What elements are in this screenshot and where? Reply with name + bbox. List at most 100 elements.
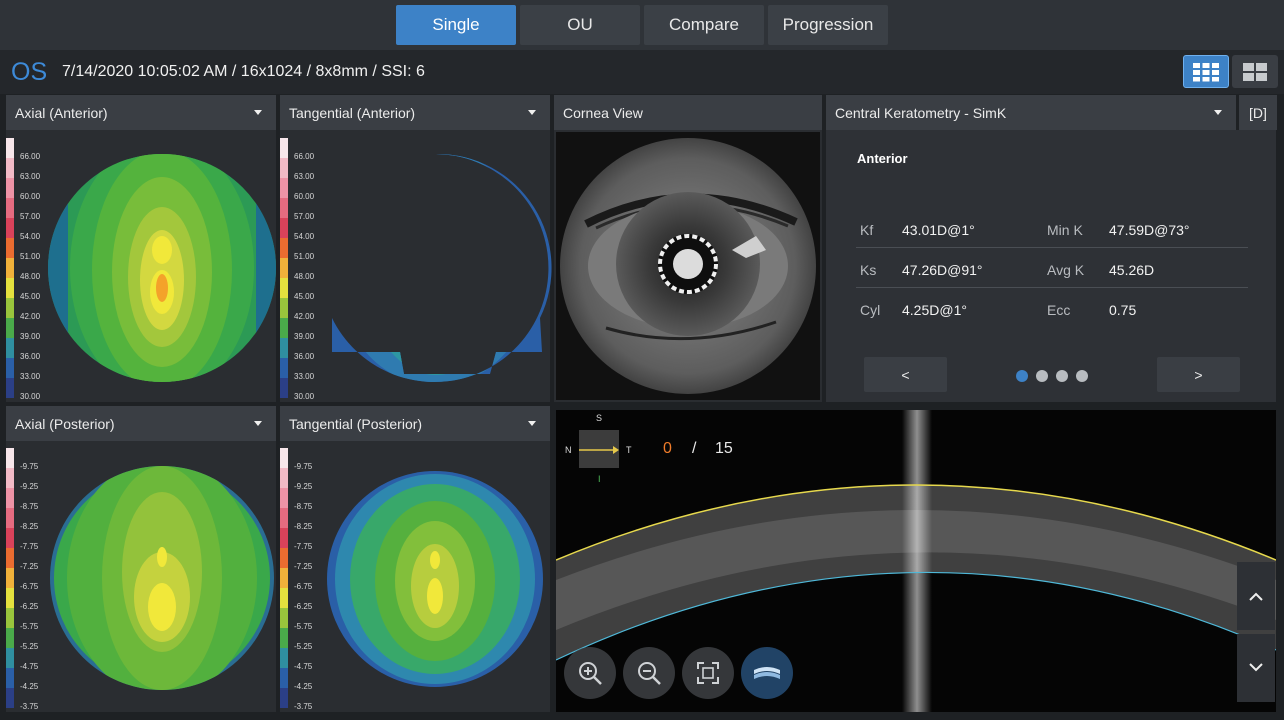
- scale-swatch-color: [280, 258, 288, 268]
- scale-label: 66.00: [294, 151, 315, 161]
- fit-to-view-button[interactable]: [682, 647, 734, 699]
- scale-swatch-color: [280, 208, 288, 218]
- scale-label: -9.25: [294, 481, 313, 491]
- scale-swatch: -6.75: [280, 578, 312, 591]
- scale-swatch: 36.00: [6, 348, 41, 361]
- scale-swatch-color: [280, 228, 288, 238]
- orientation-nasal: N: [565, 445, 572, 455]
- caret-down-icon: [528, 421, 536, 426]
- scale-label: -7.75: [294, 541, 313, 551]
- scale-label: 39.00: [20, 331, 41, 341]
- axial-anterior-dropdown[interactable]: Axial (Anterior): [6, 95, 276, 130]
- scroll-up-button[interactable]: [1237, 562, 1275, 630]
- scale-swatch-color: [6, 388, 14, 398]
- scale-swatch-color: [280, 578, 288, 588]
- page-dot-2[interactable]: [1036, 370, 1048, 382]
- scale-swatch: 66.00: [280, 148, 315, 161]
- next-page-button[interactable]: >: [1157, 357, 1240, 392]
- cyl-label: Cyl: [860, 302, 881, 318]
- layer-overlay-button[interactable]: [741, 647, 793, 699]
- scale-swatch-color: [6, 548, 14, 558]
- scale-label: -8.25: [294, 521, 313, 531]
- tangential-anterior-map: [332, 153, 552, 382]
- keratometry-dropdown-label: Central Keratometry - SimK: [835, 104, 1007, 121]
- scale-swatch: [280, 688, 288, 698]
- scale-label: 36.00: [20, 351, 41, 361]
- scale-swatch: [280, 298, 288, 308]
- scale-swatch-color: [280, 508, 288, 518]
- tab-ou[interactable]: OU: [520, 5, 640, 45]
- tab-progression[interactable]: Progression: [768, 5, 888, 45]
- diopter-button[interactable]: [D]: [1239, 95, 1277, 130]
- kf-label: Kf: [860, 222, 874, 238]
- scale-swatch: [6, 648, 14, 658]
- cornea-image: [556, 132, 820, 400]
- scale-label: 60.00: [20, 191, 41, 201]
- scale-swatch-color: [6, 158, 14, 168]
- scale-swatch: 54.00: [280, 228, 314, 241]
- scale-swatch-color: [6, 268, 14, 278]
- scale-swatch-color: [280, 358, 288, 368]
- scroll-down-button[interactable]: [1237, 634, 1275, 702]
- scale-label: -5.75: [294, 621, 313, 631]
- tangential-anterior-label: Tangential (Anterior): [289, 104, 416, 121]
- scale-label: 30.00: [20, 391, 41, 401]
- scale-swatch-color: [6, 698, 14, 708]
- scale-swatch-color: [6, 308, 14, 318]
- scale-swatch-color: [6, 688, 14, 698]
- scale-swatch-color: [280, 658, 288, 668]
- scale-swatch: 33.00: [280, 368, 314, 381]
- layout-grid-4-button[interactable]: [1232, 55, 1278, 88]
- scale-swatch-color: [6, 648, 14, 658]
- ks-label: Ks: [860, 262, 877, 278]
- scale-swatch: [280, 608, 288, 618]
- tangential-posterior-dropdown[interactable]: Tangential (Posterior): [280, 406, 550, 441]
- scale-swatch: -5.75: [280, 618, 313, 631]
- tangential-posterior-map: [327, 471, 543, 687]
- scale-swatch-color: [280, 468, 288, 478]
- scale-swatch: [6, 548, 14, 558]
- layout-grid-9-button[interactable]: [1183, 55, 1229, 88]
- zoom-in-button[interactable]: [564, 647, 616, 699]
- scale-swatch-color: [280, 448, 288, 458]
- scale-label: -6.75: [20, 581, 39, 591]
- page-dot-3[interactable]: [1056, 370, 1068, 382]
- keratometry-dropdown[interactable]: Central Keratometry - SimK: [826, 95, 1236, 130]
- scale-swatch: [280, 628, 288, 638]
- tab-compare[interactable]: Compare: [644, 5, 764, 45]
- scale-swatch: [280, 468, 288, 478]
- scale-swatch: 45.00: [6, 288, 40, 301]
- scale-swatch: [280, 178, 288, 188]
- tangential-anterior-dropdown[interactable]: Tangential (Anterior): [280, 95, 550, 130]
- scale-swatch: -4.25: [6, 678, 38, 691]
- scale-swatch: [6, 258, 14, 268]
- scale-swatch-color: [280, 188, 288, 198]
- scale-swatch-color: [280, 298, 288, 308]
- scale-swatch: [280, 548, 288, 558]
- page-dot-1[interactable]: [1016, 370, 1028, 382]
- scale-label: 54.00: [20, 231, 41, 241]
- scale-label: -7.25: [294, 561, 313, 571]
- scale-swatch: [280, 258, 288, 268]
- scan-info: 7/14/2020 10:05:02 AM / 16x1024 / 8x8mm …: [62, 63, 425, 80]
- scale-swatch: -8.75: [6, 498, 38, 511]
- scale-swatch-color: [280, 328, 288, 338]
- scale-label: -4.75: [294, 661, 313, 671]
- scale-swatch: 30.00: [6, 388, 41, 401]
- scale-swatch: [6, 198, 14, 208]
- prev-page-button[interactable]: <: [864, 357, 947, 392]
- scale-swatch-color: [280, 458, 288, 468]
- scale-label: 51.00: [294, 251, 315, 261]
- tab-single[interactable]: Single: [396, 5, 516, 45]
- scale-swatch: [280, 318, 288, 328]
- scale-swatch-color: [280, 168, 288, 178]
- scale-swatch: 57.00: [280, 208, 314, 221]
- cyl-value: 4.25D@1°: [902, 302, 967, 318]
- axial-posterior-dropdown[interactable]: Axial (Posterior): [6, 406, 276, 441]
- scale-swatch-color: [6, 508, 14, 518]
- zoom-out-button[interactable]: [623, 647, 675, 699]
- scale-swatch-color: [280, 678, 288, 688]
- scale-swatch: [6, 318, 14, 328]
- scale-swatch-color: [280, 198, 288, 208]
- page-dot-4[interactable]: [1076, 370, 1088, 382]
